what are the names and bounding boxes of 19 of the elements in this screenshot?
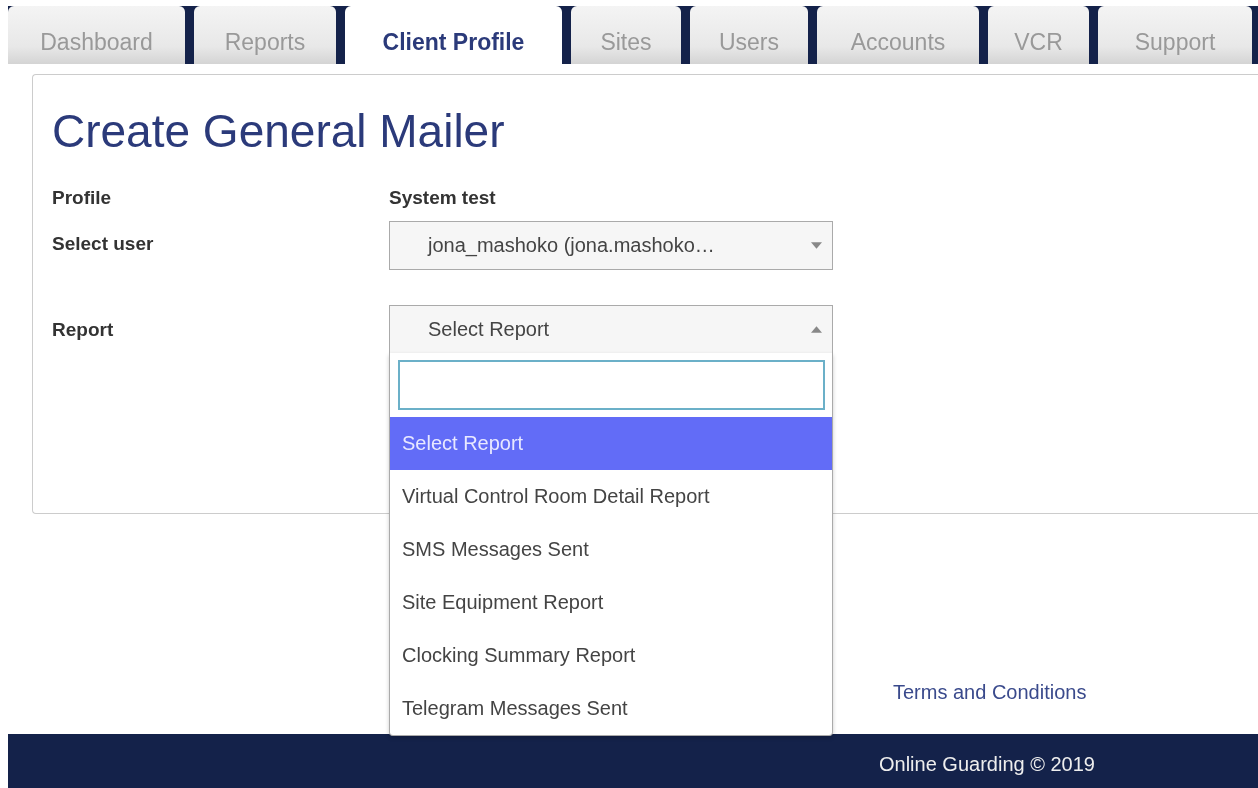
field-label: Report	[52, 319, 115, 341]
dropdown[interactable]: jona_mashoko (jona.mashoko…	[389, 221, 833, 270]
page-title: Create General Mailer	[52, 104, 506, 159]
field-label: Profile	[52, 187, 113, 209]
search-field[interactable]	[398, 360, 825, 410]
profile-value: System test	[389, 187, 496, 209]
dropdown-option[interactable]: Site Equipment Report	[390, 576, 832, 629]
copyright-text: Online Guarding © 2019	[879, 752, 1095, 776]
terms-link[interactable]: Terms and Conditions	[893, 681, 1087, 703]
dropdown-option[interactable]: SMS Messages Sent	[390, 523, 832, 576]
dropdown[interactable]: Select Report	[389, 305, 833, 354]
dropdown-option[interactable]: Virtual Control Room Detail Report	[390, 470, 832, 523]
caret-icon	[811, 326, 822, 333]
field-label: Select user	[52, 233, 155, 255]
dropdown-option[interactable]: Select Report	[390, 417, 832, 470]
dropdown-option[interactable]: Clocking Summary Report	[390, 629, 832, 682]
tab[interactable]: Client Profile	[345, 6, 562, 64]
dropdown-option[interactable]: Telegram Messages Sent	[390, 682, 832, 735]
caret-icon	[811, 242, 822, 249]
